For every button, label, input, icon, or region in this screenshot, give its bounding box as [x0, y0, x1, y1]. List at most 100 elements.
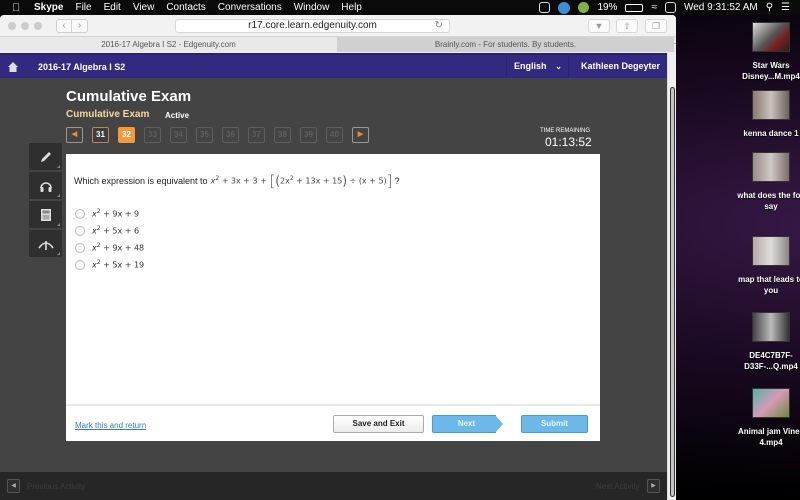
downloads-button[interactable]: ▼: [588, 19, 610, 33]
desktop-file[interactable]: map that leads to you: [731, 236, 800, 296]
share-button[interactable]: ⇧: [616, 19, 638, 33]
notification-center-icon[interactable]: ☰: [781, 2, 790, 13]
new-tab-button[interactable]: +: [674, 37, 676, 52]
back-button[interactable]: ‹: [56, 18, 72, 33]
save-and-exit-button[interactable]: Save and Exit: [333, 415, 424, 433]
question-40: 40: [326, 127, 343, 143]
headphones-icon: [39, 181, 52, 192]
question-prompt: Which expression is equivalent to: [74, 176, 208, 186]
desktop-file-label: map that leads to you: [738, 275, 800, 295]
apple-menu-icon[interactable]: : [12, 2, 26, 14]
previous-activity-button[interactable]: ◀: [7, 479, 20, 493]
menu-window[interactable]: Window: [294, 2, 330, 13]
tab-bar: 2016-17 Algebra I S2 - Edgenuity.com Bra…: [0, 37, 676, 52]
question-38: 38: [274, 127, 291, 143]
battery-icon[interactable]: [625, 3, 644, 12]
video-thumbnail: [752, 22, 790, 52]
question-39: 39: [300, 127, 317, 143]
tabs-overview-button[interactable]: ❐: [645, 19, 667, 33]
prev-question-button[interactable]: ◀: [66, 127, 83, 143]
audio-tool-button[interactable]: [29, 172, 62, 199]
menu-help[interactable]: Help: [341, 2, 362, 13]
chevron-down-icon: ⌄: [555, 62, 562, 71]
time-remaining-label: TIME REMAINING: [540, 128, 591, 134]
tab-brainly[interactable]: Brainly.com - For students. By students.: [337, 37, 674, 52]
desktop-file-label: kenna dance 1: [743, 129, 799, 138]
desktop-file[interactable]: Star Wars Disney...M.mp4: [731, 22, 800, 82]
skype-tray-icon[interactable]: [558, 1, 571, 14]
question-navigator: ◀ 31 32 33 34 35 36 37 38 39 40 ▶: [66, 127, 369, 143]
status-badge: Active: [165, 111, 190, 120]
next-question-button[interactable]: ▶: [352, 127, 369, 143]
next-button-label: Next: [432, 415, 496, 433]
time-remaining: 01:13:52: [545, 135, 592, 149]
question-expression: x2 + 3x + 3 + [(2x2 + 13x + 15) ÷ (x + 5…: [210, 172, 393, 190]
next-activity-button[interactable]: ▶: [647, 479, 660, 493]
browser-window: ‹ › r17.core.learn.edgenuity.com ↻ ▼ ⇧ ❐…: [0, 15, 676, 500]
desktop-file[interactable]: DE4C7B7F-D33F-...Q.mp4: [731, 312, 800, 372]
question-mark: ?: [394, 176, 400, 186]
radio-button[interactable]: [75, 225, 85, 236]
answer-option[interactable]: x2 + 5x + 6: [75, 222, 144, 239]
page-scrollbar[interactable]: [667, 53, 676, 500]
browser-toolbar: ‹ › r17.core.learn.edgenuity.com ↻ ▼ ⇧ ❐: [0, 15, 676, 37]
user-name[interactable]: Kathleen Degeyter: [568, 55, 667, 78]
answer-options: x2 + 9x + 9 x2 + 5x + 6 x2 + 9x + 48 x2 …: [75, 205, 144, 273]
display-tray-icon[interactable]: [664, 2, 676, 13]
desktop-file-label: DE4C7B7F-D33F-...Q.mp4: [744, 351, 798, 371]
desktop-file-label: Star Wars Disney...M.mp4: [742, 61, 800, 81]
radio-button[interactable]: [75, 208, 85, 219]
calculator-icon: [40, 208, 51, 221]
activity-footer: ◀ Previous Activity Next Activity ▶: [0, 472, 667, 500]
desktop-file[interactable]: Animal jam Vines 4.mp4: [731, 388, 800, 448]
spotlight-search-icon[interactable]: ⚲: [766, 2, 773, 13]
pencil-tool-button[interactable]: [29, 143, 62, 170]
menu-file[interactable]: File: [75, 2, 91, 13]
menu-app-name[interactable]: Skype: [34, 2, 63, 13]
radio-button[interactable]: [75, 242, 85, 253]
scrollbar-thumb[interactable]: [670, 87, 675, 497]
question-31[interactable]: 31: [92, 127, 109, 143]
question-37: 37: [248, 127, 265, 143]
close-window-button[interactable]: [8, 21, 16, 30]
forward-button[interactable]: ›: [72, 18, 88, 33]
address-bar[interactable]: r17.core.learn.edgenuity.com ↻: [175, 19, 450, 33]
battery-percent: 19%: [597, 2, 618, 13]
video-thumbnail: [752, 312, 790, 342]
radio-button[interactable]: [75, 259, 85, 270]
checkmark-tray-icon[interactable]: [539, 2, 551, 13]
language-selector[interactable]: English ⌄: [506, 55, 568, 78]
reference-tool-button[interactable]: [29, 230, 62, 257]
home-icon[interactable]: [0, 61, 26, 73]
zoom-window-button[interactable]: [34, 21, 42, 30]
desktop-file-label: Animal jam Vines 4.mp4: [737, 427, 800, 447]
mark-and-return-link[interactable]: Mark this and return: [75, 421, 146, 430]
tab-edgenuity[interactable]: 2016-17 Algebra I S2 - Edgenuity.com: [0, 37, 337, 52]
submit-button[interactable]: Submit: [521, 415, 588, 433]
menu-contacts[interactable]: Contacts: [166, 2, 205, 13]
answer-option[interactable]: x2 + 9x + 48: [75, 239, 144, 256]
minimize-window-button[interactable]: [21, 21, 29, 30]
pencil-icon: [40, 151, 51, 162]
reload-icon[interactable]: ↻: [435, 20, 443, 32]
url-text: r17.core.learn.edgenuity.com: [248, 20, 377, 31]
wifi-icon[interactable]: ≈: [651, 2, 657, 13]
desktop-file[interactable]: what does the fox say: [731, 152, 800, 212]
menu-edit[interactable]: Edit: [104, 2, 121, 13]
app-tray-icon[interactable]: [578, 2, 590, 13]
desktop-file[interactable]: kenna dance 1: [731, 90, 800, 139]
previous-activity-label[interactable]: Previous Activity: [27, 482, 85, 491]
question-32[interactable]: 32: [118, 127, 135, 143]
course-title[interactable]: 2016-17 Algebra I S2: [38, 62, 125, 72]
next-activity-label[interactable]: Next Activity: [596, 482, 640, 491]
calculator-tool-button[interactable]: [29, 201, 62, 228]
next-button[interactable]: Next: [432, 415, 504, 433]
language-label: English: [514, 61, 547, 71]
desktop-file-label: what does the fox say: [737, 191, 800, 211]
answer-option[interactable]: x2 + 5x + 19: [75, 256, 144, 273]
clock[interactable]: Wed 9:31:52 AM: [684, 2, 758, 13]
menu-conversations[interactable]: Conversations: [218, 2, 282, 13]
question-33: 33: [144, 127, 161, 143]
answer-option[interactable]: x2 + 9x + 9: [75, 205, 144, 222]
menu-view[interactable]: View: [133, 2, 155, 13]
